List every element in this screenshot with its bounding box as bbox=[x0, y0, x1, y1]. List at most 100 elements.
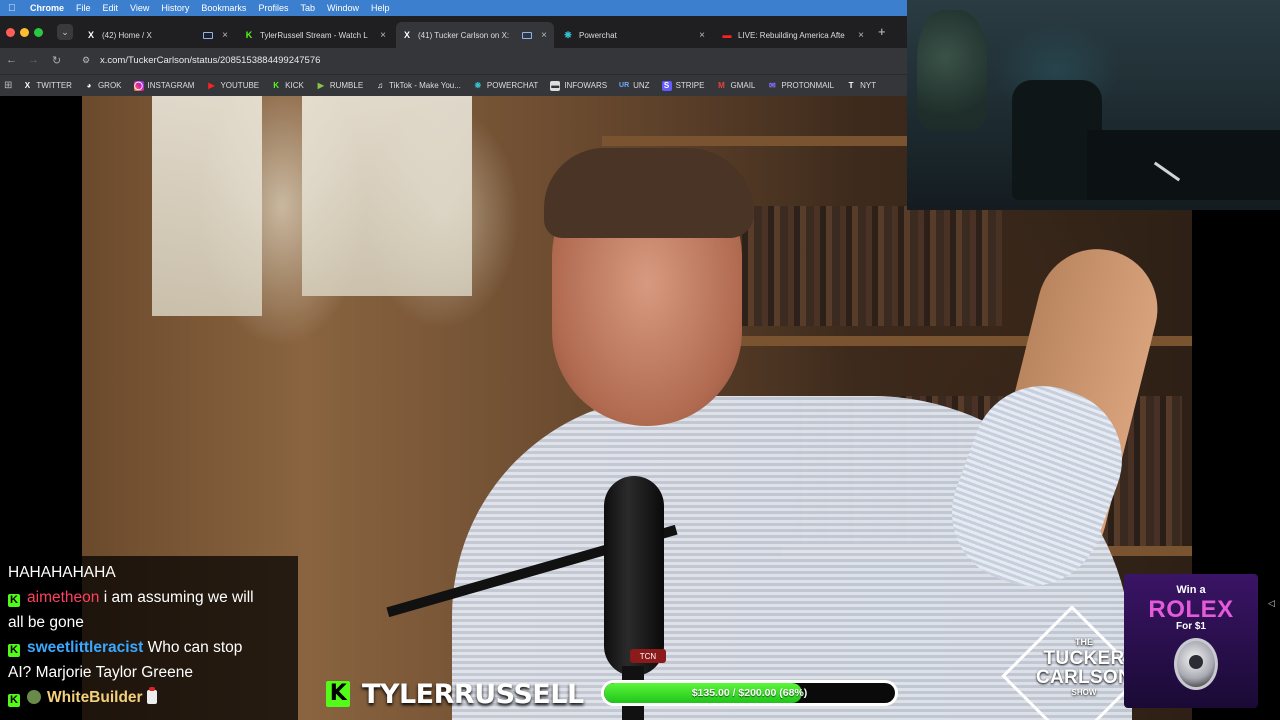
tab-close-icon[interactable]: × bbox=[219, 30, 231, 41]
bookmark-nyt[interactable]: T NYT bbox=[846, 81, 876, 91]
chat-text: i am assuming we will bbox=[103, 589, 254, 606]
reload-icon[interactable]: ↻ bbox=[52, 54, 61, 67]
instagram-icon: ◯ bbox=[133, 80, 144, 91]
bookmark-kick[interactable]: K KICK bbox=[271, 81, 304, 91]
tab-close-icon[interactable]: × bbox=[855, 30, 867, 41]
tab-close-icon[interactable]: × bbox=[538, 30, 550, 41]
menu-view[interactable]: View bbox=[130, 3, 149, 13]
tab-media-icon[interactable] bbox=[522, 31, 532, 39]
menu-history[interactable]: History bbox=[161, 3, 189, 13]
bookmark-gmail[interactable]: M GMAIL bbox=[716, 81, 755, 91]
tab-title: (41) Tucker Carlson on X: bbox=[418, 30, 510, 40]
chat-username: sweetlittleracist bbox=[27, 639, 144, 656]
menu-edit[interactable]: Edit bbox=[103, 3, 119, 13]
chat-username: aimetheon bbox=[27, 589, 100, 606]
new-tab-plus-icon[interactable]: + bbox=[878, 24, 886, 39]
bookmark-infowars[interactable]: ▬ INFOWARS bbox=[550, 80, 608, 91]
gmail-icon: M bbox=[718, 81, 725, 90]
bookmark-label: UNZ bbox=[633, 81, 650, 90]
apps-grid-icon[interactable]: ⊞ bbox=[4, 80, 12, 91]
menu-app-name[interactable]: Chrome bbox=[30, 3, 64, 13]
bookmark-protonmail[interactable]: ✉ PROTONMAIL bbox=[767, 81, 834, 91]
forward-arrow-icon[interactable]: → bbox=[28, 54, 39, 66]
window-close-button[interactable] bbox=[6, 28, 15, 37]
menu-help[interactable]: Help bbox=[371, 3, 390, 13]
bookmark-youtube[interactable]: ▶ YOUTUBE bbox=[206, 81, 259, 91]
bookmark-label: RUMBLE bbox=[329, 81, 364, 90]
tab-media-icon[interactable] bbox=[203, 31, 213, 39]
tab-powerchat[interactable]: ❋ Powerchat × bbox=[557, 22, 712, 48]
bookmark-grok[interactable]: ◕ GROK bbox=[84, 81, 122, 91]
bookmark-stripe[interactable]: S STRIPE bbox=[661, 80, 705, 91]
streamer-webcam bbox=[907, 0, 1280, 210]
powerchat-icon: ❋ bbox=[474, 81, 482, 90]
window-zoom-button[interactable] bbox=[34, 28, 43, 37]
chat-partial-line: HAHAHAHAHA bbox=[8, 564, 116, 581]
menu-window[interactable]: Window bbox=[327, 3, 359, 13]
tab-close-icon[interactable]: × bbox=[696, 30, 708, 41]
streamer-name-tag: K TYLERRUSSELL bbox=[326, 676, 584, 712]
menu-profiles[interactable]: Profiles bbox=[258, 3, 288, 13]
webcam-desk bbox=[1087, 130, 1280, 200]
emote-icon bbox=[146, 687, 157, 704]
caret-left-icon[interactable]: ◁ bbox=[1268, 598, 1275, 609]
site-info-icon[interactable]: ⚙ bbox=[82, 55, 90, 66]
rolex-ad[interactable]: Win a ROLEX For $1 bbox=[1124, 574, 1258, 708]
menu-bookmarks[interactable]: Bookmarks bbox=[201, 3, 246, 13]
kick-badge-icon: K bbox=[8, 694, 20, 707]
browser-toolbar: ← → ↻ ⚙ x.com/TuckerCarlson/status/20851… bbox=[0, 48, 907, 74]
menu-file[interactable]: File bbox=[76, 3, 91, 13]
mic-badge: TCN bbox=[630, 649, 666, 663]
screen:  Chrome File Edit View History Bookmark… bbox=[0, 0, 1280, 720]
chat-message: Ksweetlittleracist Who can stop bbox=[8, 635, 290, 660]
nyt-icon: T bbox=[848, 81, 854, 90]
tab-tucker-carlson-x[interactable]: X (41) Tucker Carlson on X: × bbox=[396, 22, 554, 48]
bookmark-label: TikTok - Make You... bbox=[389, 81, 461, 90]
menu-tab[interactable]: Tab bbox=[300, 3, 315, 13]
x-logo-icon: X bbox=[87, 30, 94, 40]
window-minimize-button[interactable] bbox=[20, 28, 29, 37]
unz-icon: UR bbox=[619, 82, 630, 89]
host-hair bbox=[544, 148, 754, 238]
tab-title: TylerRussell Stream - Watch L bbox=[260, 30, 368, 40]
bookmark-label: PROTONMAIL bbox=[781, 81, 835, 90]
tab-live-youtube[interactable]: ▬ LIVE: Rebuilding America Afte × bbox=[716, 22, 871, 48]
bookmark-tiktok[interactable]: ♫ TikTok - Make You... bbox=[375, 81, 461, 91]
tab-close-icon[interactable]: × bbox=[377, 30, 389, 41]
bookmark-instagram[interactable]: ◯ INSTAGRAM bbox=[133, 80, 194, 91]
bookmark-rumble[interactable]: ▶ RUMBLE bbox=[316, 81, 363, 91]
tab-kick-stream[interactable]: K TylerRussell Stream - Watch L × bbox=[238, 22, 393, 48]
bookmark-label: STRIPE bbox=[675, 81, 705, 90]
back-arrow-icon[interactable]: ← bbox=[6, 54, 17, 66]
tiktok-icon: ♫ bbox=[377, 81, 384, 90]
bookmark-unz[interactable]: UR UNZ bbox=[619, 81, 650, 91]
tab-home-x[interactable]: X (42) Home / X × bbox=[80, 22, 235, 48]
kick-logo-icon: K bbox=[245, 30, 253, 40]
browser-tab-strip: ⌄ X (42) Home / X × K TylerRussell Strea… bbox=[0, 16, 907, 48]
grok-icon: ◕ bbox=[86, 81, 92, 90]
kick-badge-icon: K bbox=[8, 594, 20, 607]
youtube-icon: ▶ bbox=[208, 81, 215, 90]
chat-message-continuation: AI? Marjorie Taylor Greene bbox=[8, 664, 193, 681]
powerchat-icon: ❋ bbox=[564, 29, 572, 40]
bookmark-label: GMAIL bbox=[730, 81, 756, 90]
streamer-name: TYLERRUSSELL bbox=[362, 678, 584, 710]
bookmark-powerchat[interactable]: ❋ POWERCHAT bbox=[473, 81, 539, 91]
ad-brand: ROLEX bbox=[1148, 596, 1234, 623]
bookmark-label: NYT bbox=[860, 81, 877, 90]
bookmark-label: INFOWARS bbox=[564, 81, 608, 90]
bookmark-label: KICK bbox=[285, 81, 304, 90]
bookmark-label: POWERCHAT bbox=[486, 81, 539, 90]
chat-message-continuation: all be gone bbox=[8, 614, 84, 631]
chat-message: K WhiteBuilder bbox=[8, 685, 290, 710]
tab-title: (42) Home / X bbox=[102, 30, 152, 40]
tab-search-chevron-icon[interactable]: ⌄ bbox=[57, 24, 73, 40]
chat-message: Kaimetheon i am assuming we will bbox=[8, 585, 290, 610]
x-logo-icon: X bbox=[24, 81, 31, 90]
ad-line-3: For $1 bbox=[1175, 621, 1206, 632]
bookmark-twitter[interactable]: X TWITTER bbox=[22, 81, 72, 91]
donation-goal-label: $135.00 / $200.00 (68%) bbox=[691, 687, 808, 699]
apple-menu-icon[interactable]:  bbox=[8, 3, 18, 14]
address-bar[interactable]: x.com/TuckerCarlson/status/2085153884499… bbox=[100, 55, 320, 66]
ad-line-1: Win a bbox=[1176, 584, 1206, 596]
